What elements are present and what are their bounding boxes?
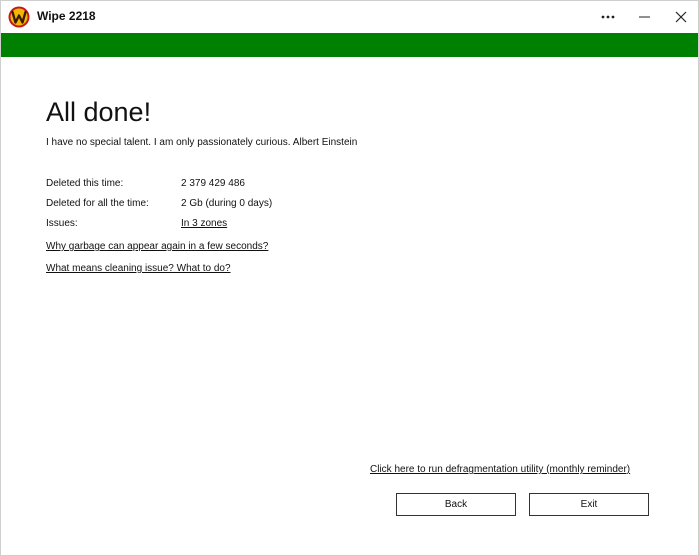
cleaning-issue-link[interactable]: What means cleaning issue? What to do?	[46, 263, 231, 274]
issues-zones-link[interactable]: In 3 zones	[181, 218, 227, 229]
title-bar: Wipe 2218	[1, 1, 698, 33]
deleted-all-time-label: Deleted for all the time:	[46, 198, 149, 209]
minimize-icon	[639, 16, 650, 18]
why-garbage-link[interactable]: Why garbage can appear again in a few se…	[46, 241, 268, 252]
window-title: Wipe 2218	[37, 9, 96, 23]
deleted-this-time-value: 2 379 429 486	[181, 178, 245, 189]
deleted-this-time-label: Deleted this time:	[46, 178, 124, 189]
close-button[interactable]	[664, 1, 698, 33]
app-logo-icon	[8, 6, 30, 28]
close-icon	[675, 11, 687, 23]
deleted-all-time-value: 2 Gb (during 0 days)	[181, 198, 273, 209]
more-horizontal-icon	[601, 15, 615, 19]
quote-text: I have no special talent. I am only pass…	[46, 137, 358, 148]
page-title: All done!	[46, 97, 152, 127]
exit-button[interactable]: Exit	[529, 493, 649, 516]
app-window: Wipe 2218 All done! I have no special ta…	[0, 0, 699, 556]
more-options-button[interactable]	[591, 1, 625, 33]
back-button[interactable]: Back	[396, 493, 516, 516]
minimize-button[interactable]	[628, 1, 662, 33]
accent-banner	[1, 33, 698, 57]
defragmentation-link[interactable]: Click here to run defragmentation utilit…	[370, 464, 630, 475]
issues-label: Issues:	[46, 218, 78, 229]
